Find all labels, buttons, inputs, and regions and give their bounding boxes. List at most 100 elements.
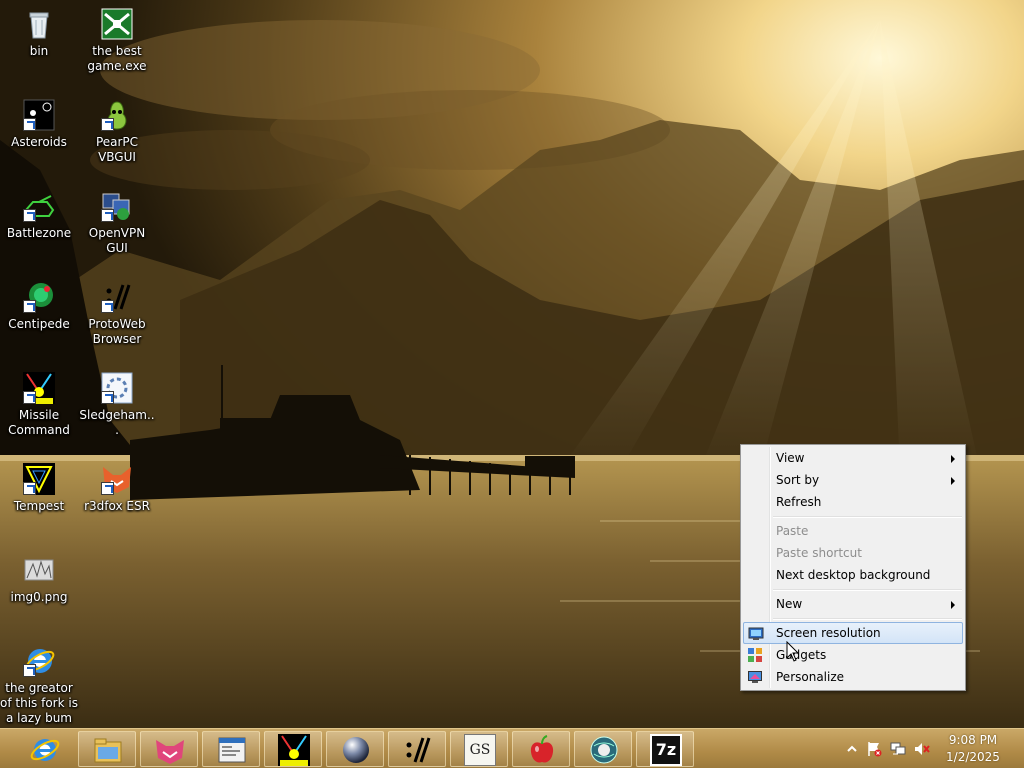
- menu-item-personalize[interactable]: Personalize: [743, 666, 963, 688]
- clock-date: 1/2/2025: [946, 750, 1000, 764]
- menu-item-new[interactable]: New: [743, 593, 963, 615]
- desktop-icon-label: the greator of this fork is a lazy bum: [0, 681, 78, 725]
- shortcut-arrow-icon: [101, 391, 114, 404]
- taskbar: GS 7z 9:08 PM 1/2/2025: [0, 728, 1024, 768]
- r3dfox-icon: [101, 463, 133, 495]
- missile-command-icon: [278, 734, 310, 766]
- menu-item-label: Paste: [776, 524, 809, 538]
- taskbar-button-missile-command[interactable]: [264, 731, 322, 767]
- r3dfox-icon: [156, 740, 184, 764]
- desktop-icon-asteroids[interactable]: Asteroids: [0, 95, 78, 150]
- protoweb-icon: [101, 281, 133, 313]
- 7zip-label: 7z: [655, 740, 677, 759]
- image-file-icon: [23, 554, 55, 586]
- desktop-icon-label: the best game.exe: [87, 44, 147, 73]
- openvpn-icon: [101, 190, 133, 222]
- desktop-icon-pearpc[interactable]: PearPC VBGUI: [78, 95, 156, 165]
- personalize-icon: [748, 671, 762, 683]
- desktop-icon-tempest[interactable]: Tempest: [0, 459, 78, 514]
- taskbar-button-internet-explorer[interactable]: [16, 731, 74, 767]
- menu-item-label: Refresh: [776, 495, 822, 509]
- menu-item-label: Personalize: [776, 670, 845, 684]
- desktop-icon-bin[interactable]: bin: [0, 4, 78, 59]
- desktop-icon-label: bin: [29, 44, 49, 58]
- sphere-app-icon: [343, 737, 369, 763]
- menu-item-refresh[interactable]: Refresh: [743, 491, 963, 513]
- menu-item-label: Next desktop background: [776, 568, 931, 582]
- desktop-icon-label: Asteroids: [11, 135, 67, 149]
- desktop-icon-openvpn[interactable]: OpenVPN GUI: [78, 186, 156, 256]
- pearpc-icon: [101, 99, 133, 131]
- desktop-icon-r3dfox[interactable]: r3dfox ESR: [78, 459, 156, 514]
- taskbar-clock[interactable]: 9:08 PM 1/2/2025: [930, 732, 1016, 766]
- desktop-icon-the-best-game[interactable]: the best game.exe: [78, 4, 156, 74]
- desktop-icon-label: Sledgeham...: [79, 408, 155, 437]
- centipede-icon: [23, 281, 55, 313]
- taskbar-button-file-explorer[interactable]: [78, 731, 136, 767]
- taskbar-button-protoweb[interactable]: [388, 731, 446, 767]
- desktop-icon-centipede[interactable]: Centipede: [0, 277, 78, 332]
- taskbar-button-ghostscript[interactable]: GS: [450, 731, 508, 767]
- menu-item-gadgets[interactable]: Gadgets: [743, 644, 963, 666]
- action-center-flag-icon[interactable]: [866, 741, 882, 757]
- menu-item-view[interactable]: View: [743, 447, 963, 469]
- ghostscript-label: GS: [469, 742, 491, 758]
- file-explorer-icon: [94, 738, 122, 763]
- menu-item-label: Gadgets: [776, 648, 827, 662]
- apple-icon: [530, 735, 554, 763]
- taskbar-button-globe-app[interactable]: [574, 731, 632, 767]
- menu-item-label: Paste shortcut: [776, 546, 862, 560]
- game-exe-icon: [101, 8, 133, 40]
- menu-item-sort-by[interactable]: Sort by: [743, 469, 963, 491]
- window-app-icon: [218, 737, 246, 763]
- network-icon[interactable]: [890, 741, 906, 757]
- desktop-icon-label: OpenVPN GUI: [88, 226, 146, 255]
- show-hidden-icons-chevron[interactable]: [844, 741, 860, 757]
- tempest-icon: [23, 463, 55, 495]
- asteroids-icon: [23, 99, 55, 131]
- globe-app-icon: [590, 736, 618, 764]
- mouse-cursor-icon: [786, 641, 800, 662]
- sledgehammer-icon: [101, 372, 133, 404]
- recycle-bin-icon: [23, 8, 55, 40]
- menu-item-screen-resolution[interactable]: Screen resolution: [743, 622, 963, 644]
- gadgets-icon: [748, 648, 762, 662]
- menu-separator: [773, 516, 962, 518]
- clock-time: 9:08 PM: [948, 733, 998, 747]
- internet-explorer-icon: [30, 739, 60, 761]
- desktop-icon-missile-command[interactable]: Missile Command: [0, 368, 78, 438]
- protoweb-icon: [406, 737, 431, 763]
- desktop-icon-label: Centipede: [8, 317, 70, 331]
- taskbar-button-apple-app[interactable]: [512, 731, 570, 767]
- submenu-arrow-icon: [951, 601, 955, 609]
- missile-command-icon: [23, 372, 55, 404]
- taskbar-button-r3dfox[interactable]: [140, 731, 198, 767]
- monitor-icon: [748, 627, 764, 640]
- volume-muted-icon[interactable]: [914, 741, 930, 757]
- desktop-icon-ie-shortcut[interactable]: the greator of this fork is a lazy bum: [0, 641, 78, 726]
- shortcut-arrow-icon: [23, 209, 36, 222]
- menu-item-label: Screen resolution: [776, 626, 881, 640]
- submenu-arrow-icon: [951, 477, 955, 485]
- desktop-icon-sledgehammer[interactable]: Sledgeham...: [78, 368, 156, 438]
- desktop-icon-label: ProtoWeb Browser: [88, 317, 146, 346]
- shortcut-arrow-icon: [23, 482, 36, 495]
- battlezone-icon: [23, 190, 55, 222]
- menu-item-next-desktop-background[interactable]: Next desktop background: [743, 564, 963, 586]
- menu-separator: [773, 589, 962, 591]
- desktop-icon-label: img0.png: [10, 590, 68, 604]
- shortcut-arrow-icon: [23, 118, 36, 131]
- shortcut-arrow-icon: [101, 209, 114, 222]
- desktop-icon-label: Battlezone: [6, 226, 72, 240]
- menu-item-label: Sort by: [776, 473, 820, 487]
- desktop-context-menu: View Sort by Refresh Paste Paste shortcu…: [740, 444, 966, 691]
- desktop-icon-protoweb[interactable]: ProtoWeb Browser: [78, 277, 156, 347]
- taskbar-button-7zip[interactable]: 7z: [636, 731, 694, 767]
- desktop-icon-img0-png[interactable]: img0.png: [0, 550, 78, 605]
- desktop-icon-battlezone[interactable]: Battlezone: [0, 186, 78, 241]
- taskbar-button-window-app[interactable]: [202, 731, 260, 767]
- desktop-icon-label: Missile Command: [8, 408, 70, 437]
- 7zip-icon: 7z: [650, 734, 682, 766]
- menu-item-paste-shortcut: Paste shortcut: [743, 542, 963, 564]
- taskbar-button-sphere-app[interactable]: [326, 731, 384, 767]
